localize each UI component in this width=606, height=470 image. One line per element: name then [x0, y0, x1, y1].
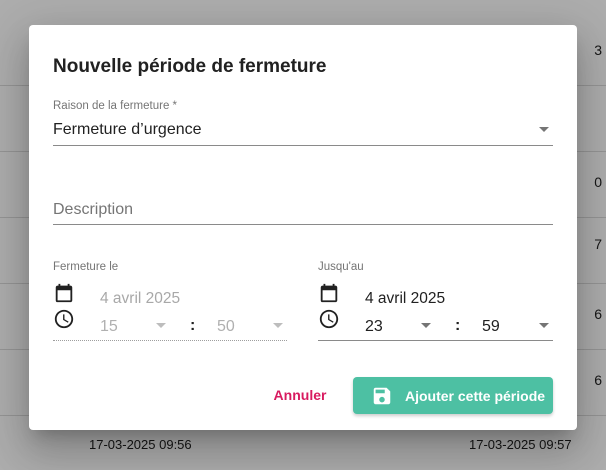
- end-hour-value: 23: [365, 318, 383, 335]
- chevron-down-icon: [273, 323, 283, 328]
- add-period-button[interactable]: Ajouter cette période: [353, 377, 553, 414]
- add-period-label: Ajouter cette période: [405, 387, 546, 404]
- end-minute-value: 59: [482, 318, 500, 335]
- calendar-icon: [55, 283, 73, 303]
- clock-icon: [319, 309, 339, 329]
- reason-label: Raison de la fermeture *: [53, 100, 178, 112]
- clock-icon: [54, 309, 74, 329]
- save-icon: [373, 387, 391, 404]
- chevron-down-icon: [421, 323, 431, 328]
- description-placeholder: Description: [53, 201, 134, 218]
- end-date-input[interactable]: 4 avril 2025: [365, 290, 445, 308]
- chevron-down-icon: [539, 127, 549, 132]
- chevron-down-icon: [156, 323, 166, 328]
- description-underline: [53, 224, 553, 225]
- end-time-underline: [318, 340, 553, 341]
- start-date-input[interactable]: 4 avril 2025: [100, 290, 180, 308]
- time-separator: :: [455, 317, 461, 334]
- time-separator: :: [190, 317, 196, 334]
- calendar-icon: [320, 283, 338, 303]
- chevron-down-icon: [539, 323, 549, 328]
- cancel-button[interactable]: Annuler: [265, 377, 335, 413]
- end-label: Jusqu'au: [318, 261, 364, 273]
- start-label: Fermeture le: [53, 261, 119, 273]
- reason-value: Fermeture d’urgence: [53, 121, 202, 138]
- start-hour-value: 15: [100, 318, 118, 335]
- reason-underline: [53, 145, 553, 146]
- closure-period-dialog: Nouvelle période de fermeture Raison de …: [29, 25, 577, 430]
- start-time-underline: [53, 340, 287, 341]
- dialog-title: Nouvelle période de fermeture: [53, 56, 327, 77]
- start-minute-value: 50: [217, 318, 235, 335]
